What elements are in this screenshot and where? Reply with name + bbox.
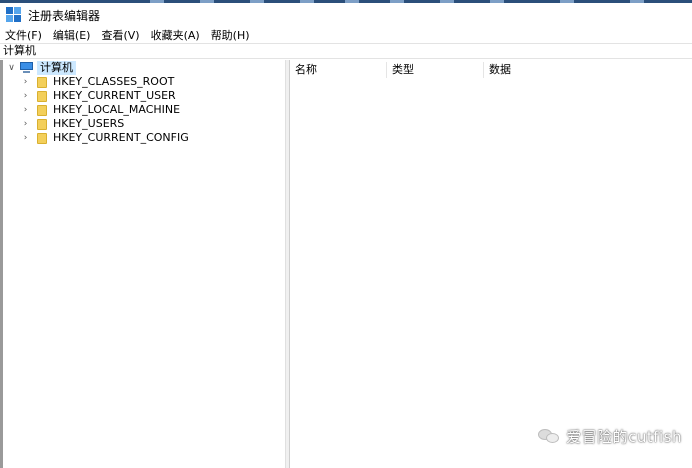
tree-pane[interactable]: ∨ 计算机 › HKEY_CLASSES_ROOT › HKEY_CURRENT…	[3, 60, 285, 468]
tree-item-label: HKEY_CURRENT_CONFIG	[53, 131, 189, 144]
tree-item-hkey-classes-root[interactable]: › HKEY_CLASSES_ROOT	[20, 75, 175, 89]
tree-item-computer[interactable]: ∨ 计算机	[6, 61, 76, 75]
chevron-down-icon[interactable]: ∨	[6, 61, 17, 75]
tree-item-hkey-current-user[interactable]: › HKEY_CURRENT_USER	[20, 89, 176, 103]
watermark: 爱冒险的cutfish	[538, 424, 682, 448]
chevron-right-icon[interactable]: ›	[20, 89, 31, 103]
regedit-icon	[6, 7, 22, 23]
folder-icon	[37, 76, 47, 88]
menu-view[interactable]: 查看(V)	[100, 27, 140, 43]
column-header-data[interactable]: 数据	[484, 62, 604, 78]
tree-item-label: 计算机	[37, 61, 76, 75]
title-bar[interactable]: 注册表编辑器	[0, 3, 692, 27]
menu-favorites[interactable]: 收藏夹(A)	[150, 27, 201, 43]
watermark-text: 爱冒险的cutfish	[566, 427, 682, 446]
tree-item-label: HKEY_LOCAL_MACHINE	[53, 103, 181, 116]
computer-icon	[19, 62, 34, 74]
menu-file[interactable]: 文件(F)	[4, 27, 43, 43]
window-title: 注册表编辑器	[28, 8, 101, 23]
tree-item-hkey-local-machine[interactable]: › HKEY_LOCAL_MACHINE	[20, 103, 180, 117]
tree-item-hkey-users[interactable]: › HKEY_USERS	[20, 117, 125, 131]
folder-icon	[37, 118, 47, 130]
menu-edit[interactable]: 编辑(E)	[52, 27, 92, 43]
tree-item-label: HKEY_CLASSES_ROOT	[53, 75, 175, 88]
chevron-right-icon[interactable]: ›	[20, 131, 31, 145]
menu-help[interactable]: 帮助(H)	[210, 27, 251, 43]
value-list-pane[interactable]: 名称 类型 数据	[290, 60, 692, 468]
wechat-icon	[538, 427, 560, 445]
menu-bar: 文件(F) 编辑(E) 查看(V) 收藏夹(A) 帮助(H)	[0, 27, 692, 43]
address-bar[interactable]: 计算机	[0, 43, 692, 59]
folder-icon	[37, 132, 47, 144]
column-headers: 名称 类型 数据	[290, 62, 692, 78]
chevron-right-icon[interactable]: ›	[20, 75, 31, 89]
column-header-type[interactable]: 类型	[387, 62, 484, 78]
folder-icon	[37, 90, 47, 102]
tree-item-hkey-current-config[interactable]: › HKEY_CURRENT_CONFIG	[20, 131, 189, 145]
folder-icon	[37, 104, 47, 116]
tree-item-label: HKEY_CURRENT_USER	[53, 89, 176, 102]
tree-item-label: HKEY_USERS	[53, 117, 125, 130]
address-path: 计算机	[3, 44, 36, 57]
chevron-right-icon[interactable]: ›	[20, 103, 31, 117]
column-header-name[interactable]: 名称	[290, 62, 387, 78]
chevron-right-icon[interactable]: ›	[20, 117, 31, 131]
